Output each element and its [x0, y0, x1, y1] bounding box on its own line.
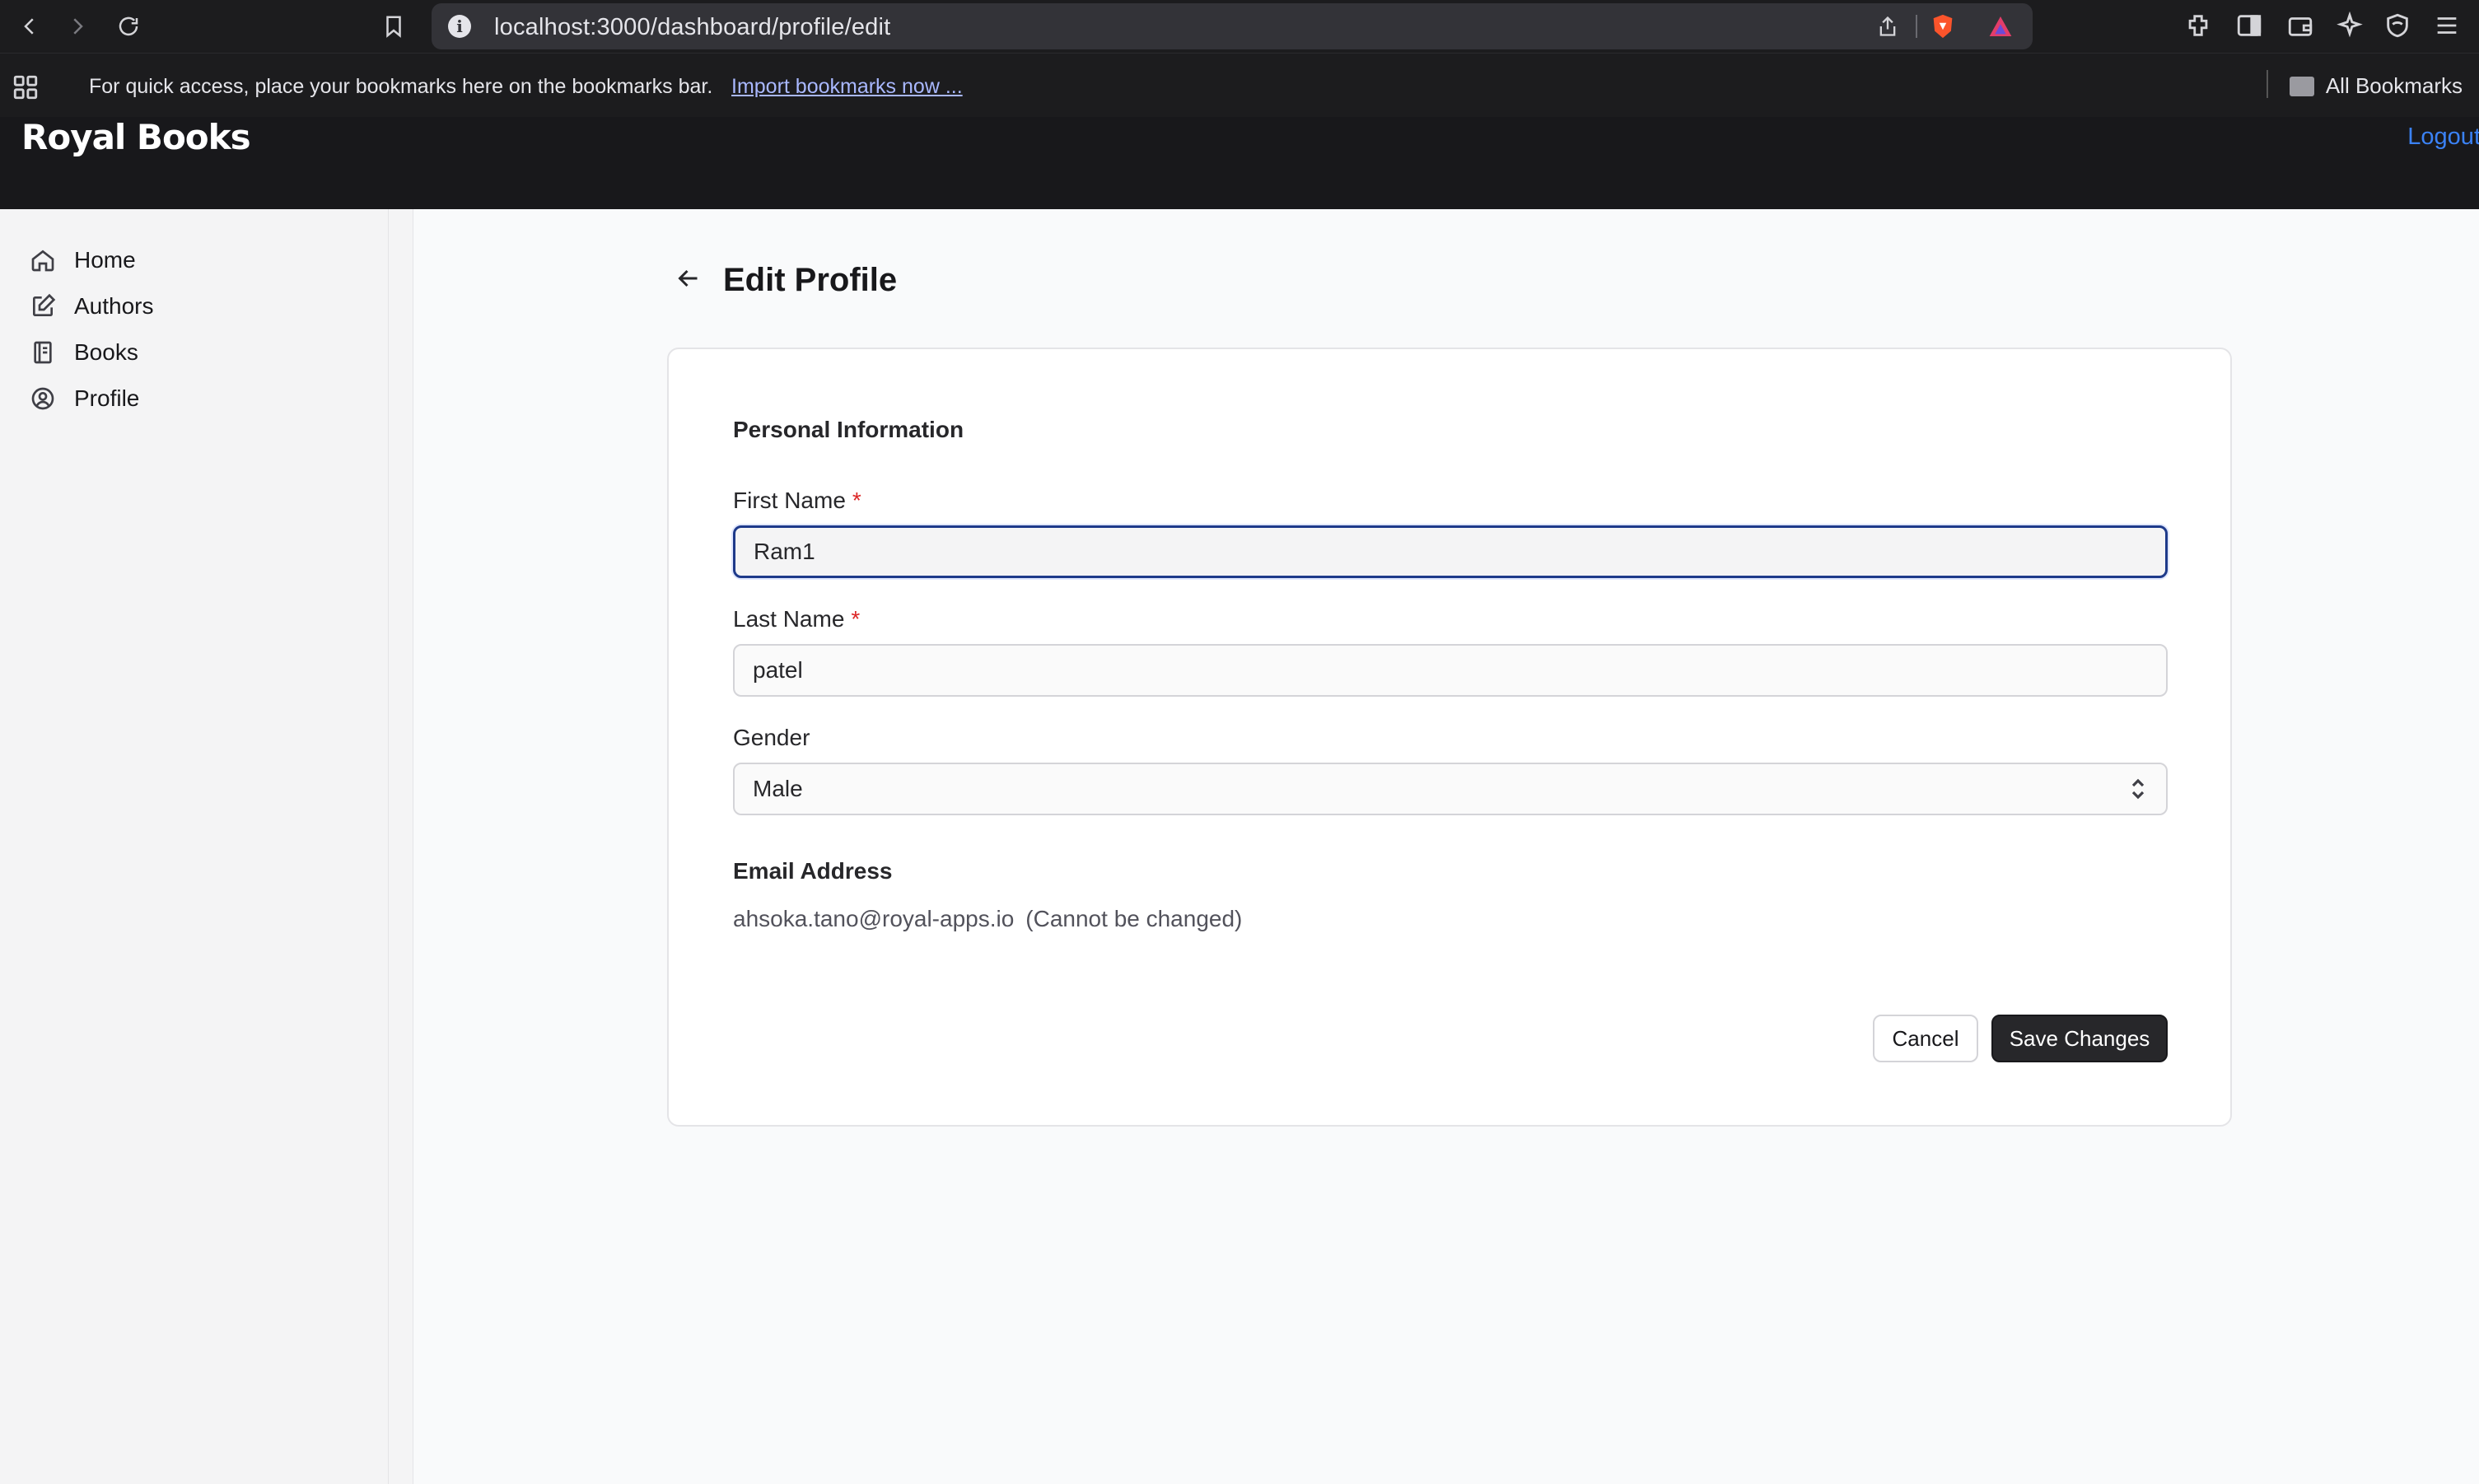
- all-bookmarks-button[interactable]: All Bookmarks: [2289, 73, 2463, 99]
- all-bookmarks-label: All Bookmarks: [2325, 73, 2463, 98]
- save-changes-button[interactable]: Save Changes: [1991, 1015, 2168, 1062]
- url-text: localhost:3000/dashboard/profile/edit: [494, 14, 891, 40]
- forward-nav-icon[interactable]: [61, 10, 94, 43]
- folder-icon: [2289, 76, 2314, 96]
- share-icon[interactable]: [1876, 15, 1899, 38]
- address-bar[interactable]: i localhost:3000/dashboard/profile/edit: [432, 3, 2033, 49]
- book-icon: [34, 341, 52, 364]
- home-icon: [31, 250, 54, 272]
- site-info-icon[interactable]: i: [448, 15, 471, 38]
- email-row: ahsoka.tano@royal-apps.io (Cannot be chan…: [733, 906, 1242, 932]
- email-value: ahsoka.tano@royal-apps.io: [733, 906, 1015, 931]
- back-nav-icon[interactable]: [13, 10, 46, 43]
- first-name-label: First Name *: [733, 488, 861, 514]
- divider: [2267, 70, 2268, 98]
- sidebar-toggle-icon[interactable]: [2235, 12, 2263, 40]
- required-marker: *: [852, 488, 861, 513]
- page-header: Edit Profile: [674, 262, 897, 299]
- divider: [1916, 15, 1917, 38]
- last-name-input[interactable]: patel: [733, 644, 2168, 697]
- bookmark-icon[interactable]: [377, 10, 410, 43]
- sidebar-item-home[interactable]: Home: [30, 242, 136, 278]
- app-header: Royal Books Logout: [0, 117, 2479, 209]
- last-name-value: patel: [753, 657, 803, 683]
- sidebar-edge: [389, 209, 413, 1484]
- first-name-value: Ram1: [754, 539, 815, 564]
- menu-icon[interactable]: [2433, 12, 2461, 40]
- back-arrow-icon[interactable]: [674, 264, 703, 297]
- email-note: (Cannot be changed): [1025, 906, 1243, 931]
- sidebar: Home Authors Books Profile: [0, 209, 389, 1484]
- first-name-input[interactable]: Ram1: [733, 525, 2168, 578]
- sidebar-item-label: Home: [74, 247, 136, 273]
- required-marker: *: [851, 606, 861, 632]
- logout-link[interactable]: Logout: [2407, 124, 2479, 151]
- cancel-button[interactable]: Cancel: [1873, 1015, 1978, 1062]
- bookmarks-bar: For quick access, place your bookmarks h…: [0, 53, 2479, 117]
- vpn-shield-icon[interactable]: [2383, 12, 2411, 40]
- profile-form-card: Personal Information First Name * Ram1 La…: [667, 348, 2232, 1127]
- sidebar-item-label: Profile: [74, 385, 140, 411]
- bookmarks-prompt: For quick access, place your bookmarks h…: [89, 75, 713, 98]
- section-title: Personal Information: [733, 417, 964, 442]
- sidebar-item-books[interactable]: Books: [30, 334, 138, 371]
- reload-icon[interactable]: [112, 10, 145, 43]
- sidebar-item-profile[interactable]: Profile: [30, 380, 139, 417]
- first-name-label-text: First Name: [733, 488, 846, 513]
- page-title: Edit Profile: [723, 262, 898, 298]
- sidebar-item-label: Authors: [74, 293, 154, 319]
- gender-value: Male: [753, 776, 803, 801]
- browser-toolbar: i localhost:3000/dashboard/profile/edit: [0, 0, 2479, 53]
- edit-icon: [33, 293, 56, 316]
- sidebar-item-label: Books: [74, 339, 138, 365]
- gender-select[interactable]: Male: [733, 763, 2168, 815]
- import-bookmarks-link[interactable]: Import bookmarks now ...: [731, 75, 963, 99]
- rewards-triangle-icon[interactable]: [1986, 13, 2014, 40]
- apps-grid-icon[interactable]: [12, 73, 40, 101]
- leo-ai-icon[interactable]: [2336, 12, 2364, 40]
- gender-label: Gender: [733, 725, 810, 750]
- chevron-up-down-icon: [2131, 778, 2145, 800]
- extensions-icon[interactable]: [2184, 12, 2212, 40]
- last-name-label-text: Last Name: [733, 606, 845, 632]
- app-logo[interactable]: Royal Books: [21, 117, 251, 157]
- last-name-label: Last Name *: [733, 606, 860, 632]
- brave-shield-icon[interactable]: [1929, 12, 1957, 41]
- wallet-icon[interactable]: [2286, 12, 2314, 40]
- sidebar-item-authors[interactable]: Authors: [30, 288, 154, 324]
- email-label: Email Address: [733, 858, 893, 884]
- user-circle-icon: [31, 387, 54, 410]
